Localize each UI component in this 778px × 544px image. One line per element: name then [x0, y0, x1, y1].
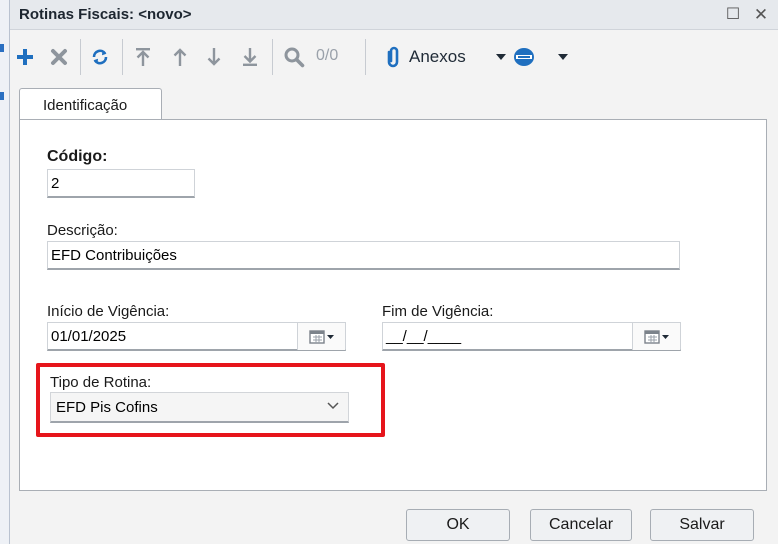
search-icon [284, 47, 305, 68]
search-button[interactable] [281, 43, 307, 71]
inicio-vigencia-label: Início de Vigência: [47, 303, 170, 320]
first-record-button[interactable] [132, 43, 154, 71]
next-record-icon [207, 48, 221, 66]
delete-icon [51, 49, 67, 65]
fim-vigencia-calendar-button[interactable] [632, 323, 680, 350]
descricao-value: EFD Contribuições [51, 247, 177, 264]
next-record-button[interactable] [203, 43, 225, 71]
tipo-rotina-value: EFD Pis Cofins [56, 399, 158, 416]
database-icon [514, 48, 534, 66]
tab-label: Identificação [43, 97, 128, 114]
background-window-edge [0, 0, 10, 544]
database-menu-button[interactable] [513, 43, 575, 71]
fim-vigencia-value: __/__/____ [386, 328, 462, 345]
background-marker [0, 92, 4, 100]
tab-identificacao[interactable]: Identificação [19, 88, 162, 120]
codigo-label: Código: [47, 148, 108, 165]
title-bar: Rotinas Fiscais: <novo> ☐ ✕ [10, 0, 778, 30]
inicio-vigencia-value: 01/01/2025 [51, 328, 127, 345]
toolbar-separator [122, 39, 123, 75]
dropdown-arrow-icon [558, 54, 568, 60]
ok-button[interactable]: OK [406, 509, 510, 541]
tipo-rotina-label: Tipo de Rotina: [50, 374, 152, 391]
refresh-button[interactable] [88, 43, 112, 71]
codigo-value: 2 [51, 175, 60, 192]
toolbar: 0/0 Anexos [10, 31, 778, 83]
close-button[interactable]: ✕ [750, 4, 772, 26]
add-record-button[interactable] [14, 43, 36, 71]
toolbar-separator [272, 39, 273, 75]
window-title: Rotinas Fiscais: <novo> [19, 6, 192, 23]
previous-record-icon [173, 48, 187, 66]
codigo-input[interactable]: 2 [47, 169, 195, 198]
descricao-label: Descrição: [47, 222, 118, 239]
previous-record-button[interactable] [169, 43, 191, 71]
rotinas-fiscais-dialog: Rotinas Fiscais: <novo> ☐ ✕ 0/0 Anexos I… [10, 0, 778, 544]
maximize-button[interactable]: ☐ [722, 4, 744, 26]
delete-record-button[interactable] [48, 43, 70, 71]
last-record-button[interactable] [239, 43, 261, 71]
descricao-input[interactable]: EFD Contribuições [47, 241, 680, 270]
dropdown-arrow-icon [496, 54, 506, 60]
calendar-icon [308, 329, 334, 344]
refresh-icon [92, 49, 108, 65]
inicio-vigencia-calendar-button[interactable] [297, 323, 345, 350]
chevron-down-icon [327, 402, 339, 410]
identificacao-panel: Código: 2 Descrição: EFD Contribuições I… [19, 119, 767, 491]
toolbar-separator [80, 39, 81, 75]
anexos-label: Anexos [409, 47, 466, 66]
fim-vigencia-label: Fim de Vigência: [382, 303, 494, 320]
fim-vigencia-input[interactable]: __/__/____ [382, 322, 681, 351]
tipo-rotina-select[interactable]: EFD Pis Cofins [50, 392, 349, 423]
plus-icon [17, 49, 33, 65]
first-record-icon [136, 48, 150, 66]
last-record-icon [243, 48, 257, 66]
calendar-icon [643, 329, 669, 344]
toolbar-separator [365, 39, 366, 75]
record-counter: 0/0 [316, 47, 339, 64]
save-button[interactable]: Salvar [650, 509, 754, 541]
cancel-button[interactable]: Cancelar [530, 509, 632, 541]
inicio-vigencia-input[interactable]: 01/01/2025 [47, 322, 346, 351]
background-marker [0, 44, 4, 52]
paperclip-icon [387, 46, 399, 68]
